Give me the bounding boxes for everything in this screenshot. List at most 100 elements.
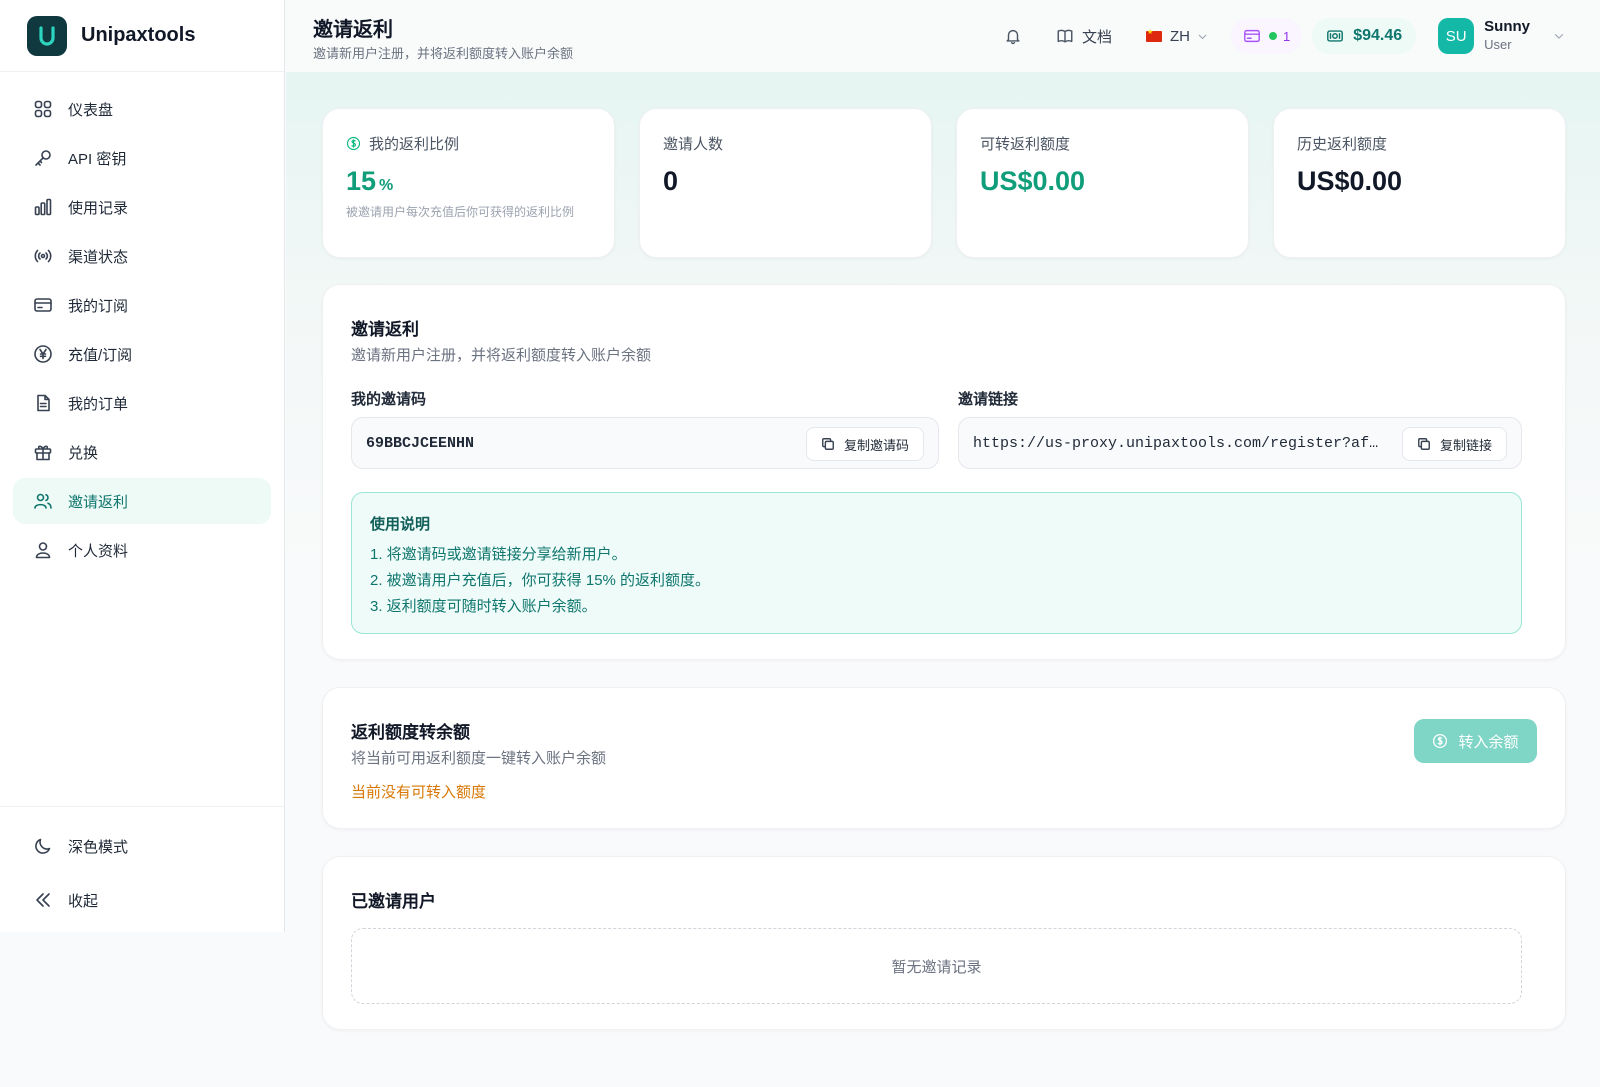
invited-title: 已邀请用户 xyxy=(351,892,436,911)
sidebar-item-label: API 密钥 xyxy=(68,150,127,168)
sidebar-item-api-keys[interactable]: API 密钥 xyxy=(13,135,271,181)
dark-mode-toggle[interactable]: 深色模式 xyxy=(13,821,271,871)
sidebar-item-channel-status[interactable]: 渠道状态 xyxy=(13,233,271,279)
header-actions: 文档 ZH 1 $94.46 SU Sunny User xyxy=(992,14,1578,58)
copy-code-button[interactable]: 复制邀请码 xyxy=(805,427,924,461)
sidebar-footer: 深色模式 收起 xyxy=(0,806,284,929)
invite-link-label: 邀请链接 xyxy=(958,391,1019,408)
gift-icon xyxy=(33,442,53,462)
stat-label: 我的返利比例 xyxy=(346,133,459,154)
invite-code-label: 我的邀请码 xyxy=(351,391,427,408)
copy-icon xyxy=(822,438,834,450)
sidebar-item-my-subscription[interactable]: 我的订阅 xyxy=(13,282,271,328)
transfer-subtitle: 将当前可用返利额度一键转入账户余额 xyxy=(351,750,607,767)
user-name: Sunny xyxy=(1484,18,1530,35)
language-label: ZH xyxy=(1169,27,1190,45)
app-name: Unipaxtools xyxy=(81,24,196,46)
money-icon xyxy=(1327,30,1344,42)
sidebar-item-redeem[interactable]: 兑换 xyxy=(13,429,271,475)
copy-icon xyxy=(1418,438,1430,450)
china-flag-icon xyxy=(1145,28,1162,42)
sidebar-item-label: 我的订阅 xyxy=(68,297,129,315)
signal-icon xyxy=(33,246,53,266)
stat-value: 15% xyxy=(346,166,393,197)
document-icon xyxy=(33,393,53,413)
sidebar-item-label: 邀请返利 xyxy=(68,493,129,511)
no-transfer-warning: 当前没有可转入额度 xyxy=(351,784,487,801)
instruction-item: 3. 返利额度可随时转入账户余额。 xyxy=(370,598,597,615)
sidebar-item-label: 我的订单 xyxy=(68,395,129,413)
stat-card-transferable: 可转返利额度 US$0.00 xyxy=(956,108,1249,258)
subscription-count: 1 xyxy=(1282,28,1291,44)
sidebar-item-referral[interactable]: 邀请返利 xyxy=(13,478,271,524)
sidebar-item-label: 使用记录 xyxy=(68,199,129,217)
stat-label: 邀请人数 xyxy=(663,136,724,153)
dark-mode-label: 深色模式 xyxy=(68,838,129,856)
stat-description: 被邀请用户每次充值后你可获得的返利比例 xyxy=(346,205,575,219)
transfer-button-label: 转入余额 xyxy=(1458,733,1519,751)
user-menu[interactable]: SU Sunny User xyxy=(1426,18,1578,54)
sidebar-item-label: 个人资料 xyxy=(68,542,129,560)
notifications-button[interactable] xyxy=(992,18,1034,54)
sidebar-item-label: 充值/订阅 xyxy=(68,346,133,364)
instructions-title: 使用说明 xyxy=(370,516,431,533)
subscription-indicator[interactable]: 1 xyxy=(1230,18,1303,54)
invite-code-value[interactable]: 69BBCJCEENHN xyxy=(366,435,474,452)
sidebar-item-profile[interactable]: 个人资料 xyxy=(13,527,271,573)
dollar-circle-icon xyxy=(346,136,361,151)
sidebar-item-recharge[interactable]: 充值/订阅 xyxy=(13,331,271,377)
invite-code-field[interactable]: 69BBCJCEENHN 复制邀请码 xyxy=(351,417,939,469)
invite-link-field[interactable]: https://us-proxy.unipaxtools.com/registe… xyxy=(958,417,1522,469)
transfer-card: 返利额度转余额 将当前可用返利额度一键转入账户余额 当前没有可转入额度 转入余额 xyxy=(322,687,1566,829)
copy-code-label: 复制邀请码 xyxy=(843,437,909,453)
invite-card: 邀请返利 邀请新用户注册，并将返利额度转入账户余额 我的邀请码 69BBCJCE… xyxy=(322,284,1566,660)
user-icon xyxy=(33,540,53,560)
sidebar-item-my-orders[interactable]: 我的订单 xyxy=(13,380,271,426)
invite-subtitle: 邀请新用户注册，并将返利额度转入账户余额 xyxy=(351,347,652,364)
stat-label: 可转返利额度 xyxy=(980,136,1071,153)
stat-value: US$0.00 xyxy=(980,166,1086,196)
docs-link[interactable]: 文档 xyxy=(1044,18,1124,54)
sidebar-item-label: 渠道状态 xyxy=(68,248,129,266)
copy-link-label: 复制链接 xyxy=(1439,437,1492,453)
app-logo-icon xyxy=(27,15,67,56)
page-subtitle: 邀请新用户注册，并将返利额度转入账户余额 xyxy=(313,46,574,61)
bell-icon xyxy=(1006,29,1020,45)
credit-card-icon xyxy=(33,295,53,315)
page-title: 邀请返利 xyxy=(313,19,393,41)
stat-value: 0 xyxy=(663,166,679,196)
stat-card-history: 历史返利额度 US$0.00 xyxy=(1273,108,1566,258)
dollar-circle-icon xyxy=(1433,733,1448,749)
sidebar-item-dashboard[interactable]: 仪表盘 xyxy=(13,86,271,132)
language-select[interactable]: ZH xyxy=(1134,18,1221,54)
chevron-down-icon xyxy=(1198,34,1207,39)
users-icon xyxy=(33,491,53,511)
rebate-rate-unit: % xyxy=(379,177,394,194)
avatar: SU xyxy=(1438,18,1475,54)
chevrons-left-icon xyxy=(33,890,53,910)
transfer-to-balance-button[interactable]: 转入余额 xyxy=(1414,719,1537,763)
invite-link-value[interactable]: https://us-proxy.unipaxtools.com/registe… xyxy=(973,435,1381,452)
chevron-down-icon xyxy=(1554,34,1564,39)
copy-link-button[interactable]: 复制链接 xyxy=(1401,427,1507,461)
user-role: User xyxy=(1484,37,1512,52)
moon-icon xyxy=(33,836,53,856)
sidebar-item-label: 兑换 xyxy=(68,444,99,462)
credit-card-icon xyxy=(1244,29,1260,43)
status-dot xyxy=(1268,32,1277,40)
top-header: 邀请返利 邀请新用户注册，并将返利额度转入账户余额 文档 ZH 1 $94.46… xyxy=(286,0,1600,72)
instruction-item: 1. 将邀请码或邀请链接分享给新用户。 xyxy=(370,546,627,563)
invite-title: 邀请返利 xyxy=(351,320,419,339)
sidebar-item-usage[interactable]: 使用记录 xyxy=(13,184,271,230)
sidebar: Unipaxtools 仪表盘 API 密钥 使用记录 渠道状态 我的订阅 充值… xyxy=(0,0,285,932)
rebate-rate-value: 15 xyxy=(346,166,377,196)
stat-label-text: 我的返利比例 xyxy=(369,136,460,153)
key-icon xyxy=(33,148,53,168)
collapse-label: 收起 xyxy=(68,892,99,910)
instruction-item: 2. 被邀请用户充值后，你可获得 15% 的返利额度。 xyxy=(370,572,711,589)
balance-badge[interactable]: $94.46 xyxy=(1312,18,1417,54)
collapse-sidebar-button[interactable]: 收起 xyxy=(13,875,271,925)
brand[interactable]: Unipaxtools xyxy=(0,0,284,72)
instructions-box: 使用说明 1. 将邀请码或邀请链接分享给新用户。 2. 被邀请用户充值后，你可获… xyxy=(351,492,1522,634)
stat-value: US$0.00 xyxy=(1297,166,1403,196)
